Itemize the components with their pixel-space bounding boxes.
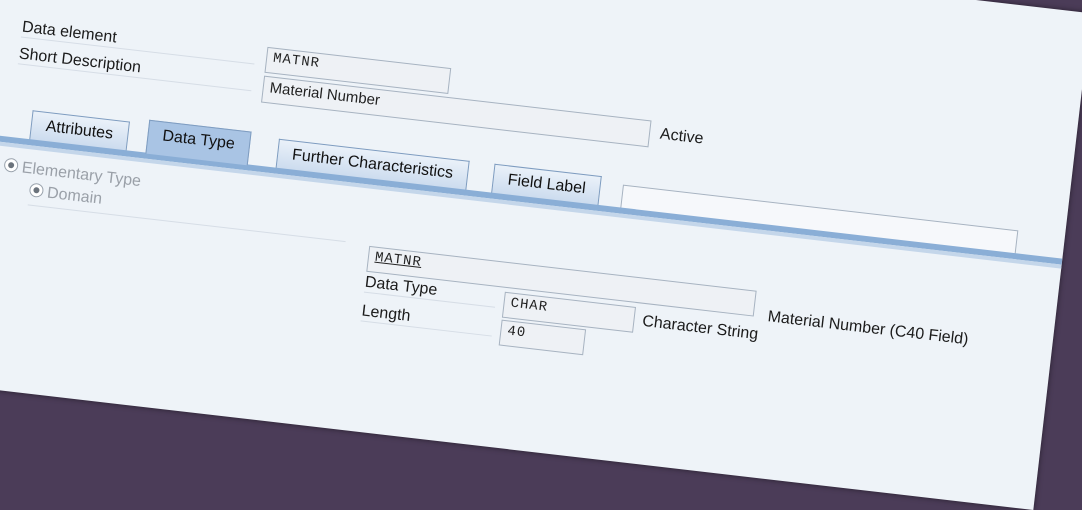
status-text: Active — [659, 125, 705, 148]
dictionary-screen: Data element MATNR Short Description Mat… — [0, 0, 1082, 510]
length-label: Length — [360, 302, 494, 337]
domain-option[interactable]: Domain — [27, 182, 349, 243]
radio-selected-icon — [3, 157, 19, 173]
data-type-description: Character String — [641, 312, 760, 344]
elementary-type-option[interactable]: Elementary Type — [3, 157, 142, 191]
radio-selected-icon — [28, 182, 45, 199]
domain-label: Domain — [46, 184, 103, 208]
short-description-field[interactable]: Material Number — [261, 75, 652, 148]
domain-description: Material Number (C40 Field) — [766, 308, 970, 349]
